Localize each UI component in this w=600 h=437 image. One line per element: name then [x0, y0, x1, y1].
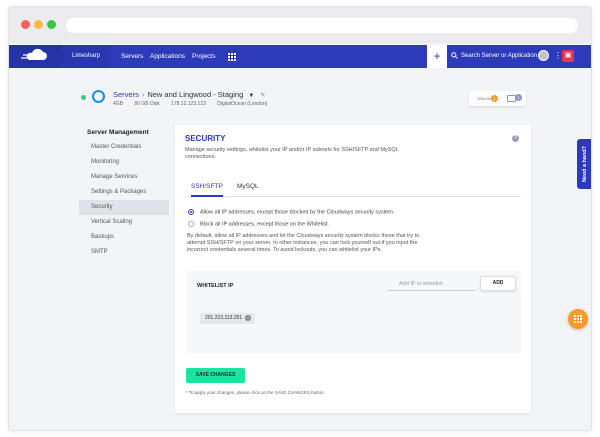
- cloud-logo-icon[interactable]: [9, 45, 65, 68]
- chevron-right-icon: ›: [141, 90, 145, 99]
- radio-allow-all-label: Allow all IP addresses, except those blo…: [200, 209, 395, 216]
- search-input[interactable]: Search Server or Application: [451, 51, 541, 62]
- browser-chrome: [9, 7, 591, 43]
- edit-pencil-icon[interactable]: ✎: [260, 93, 265, 99]
- security-description: Manage security settings, whitelist your…: [185, 147, 399, 160]
- sidebar-item-master-credentials[interactable]: Master Credentials: [79, 140, 169, 155]
- avatar[interactable]: [538, 50, 549, 61]
- search-placeholder: Search Server or Application: [461, 53, 538, 59]
- radio-button-selected[interactable]: [188, 209, 194, 215]
- server-breadcrumb: Servers › New and Lingwood - Staging ▼ ✎: [113, 90, 265, 99]
- browser-window: Limesharp Servers Applications Projects …: [8, 6, 592, 431]
- server-disk: 80 GB Disk: [134, 101, 160, 107]
- sidebar-heading: Server Management: [87, 129, 149, 136]
- close-window-icon[interactable]: [21, 20, 30, 29]
- sidebar-item-backups[interactable]: Backups: [79, 230, 169, 245]
- radio-block-all[interactable]: Block all IP addresses, except those on …: [188, 221, 329, 227]
- plus-icon[interactable]: +: [427, 45, 447, 68]
- need-a-hand-label: Need a hand?: [582, 145, 588, 183]
- save-changes-button[interactable]: SAVE CHANGES: [186, 368, 245, 383]
- minimize-window-icon[interactable]: [34, 20, 43, 29]
- sidebar-item-monitoring[interactable]: Monitoring: [79, 155, 169, 170]
- sidebar-item-security[interactable]: Security: [79, 200, 169, 215]
- search-icon: [451, 52, 458, 59]
- server-provider: DigitalOcean (London): [217, 101, 268, 107]
- save-footnote: * To apply your changes, please click on…: [186, 390, 325, 395]
- address-bar[interactable]: [66, 18, 578, 33]
- apps-grid-icon[interactable]: [228, 53, 236, 61]
- add-ip-button[interactable]: ADD: [480, 276, 516, 291]
- sidebar: Server Management Master Credentials Mon…: [79, 125, 169, 260]
- radio-allow-all[interactable]: Allow all IP addresses, except those blo…: [188, 209, 394, 215]
- status-dot-icon: [81, 95, 86, 100]
- tab-bar: SSH/SFTP MySQL: [185, 179, 521, 197]
- nav-applications[interactable]: Applications: [150, 45, 185, 68]
- nav-servers[interactable]: Servers: [121, 45, 143, 68]
- more-menu-icon[interactable]: ⋮: [554, 49, 562, 63]
- project-selector[interactable]: Limesharp: [65, 45, 109, 68]
- gift-icon[interactable]: ▣: [562, 50, 574, 62]
- notification-box[interactable]: ONLINE 1 1: [469, 91, 526, 106]
- remove-ip-icon[interactable]: ×: [245, 315, 251, 321]
- digitalocean-icon: [92, 90, 105, 103]
- alert-badge: 1: [491, 95, 498, 102]
- radio-button[interactable]: [188, 221, 194, 227]
- tab-mysql[interactable]: MySQL: [237, 183, 259, 197]
- server-name: New and Lingwood - Staging: [147, 90, 244, 99]
- whitelist-ip-input[interactable]: Add IP to whitelist: [387, 277, 475, 291]
- security-explanation: By default, allow all IP addresses and l…: [187, 233, 420, 253]
- whitelisted-ip-chip: 201.213.113.251 ×: [200, 313, 255, 324]
- caret-down-icon[interactable]: ▼: [248, 93, 254, 99]
- online-label: ONLINE: [477, 96, 492, 101]
- breadcrumb-servers-link[interactable]: Servers: [113, 90, 139, 99]
- radio-block-all-label: Block all IP addresses, except those on …: [200, 221, 329, 228]
- mail-badge: 1: [515, 94, 522, 101]
- sidebar-item-smtp[interactable]: SMTP: [79, 245, 169, 260]
- fab-grid-icon[interactable]: [568, 309, 588, 329]
- nav-projects[interactable]: Projects: [192, 45, 215, 68]
- whitelisted-ip: 201.213.113.251: [205, 315, 243, 321]
- server-meta: 4GB 80 GB Disk 178.12.123.123 DigitalOce…: [113, 101, 277, 107]
- server-ram: 4GB: [113, 101, 124, 107]
- maximize-window-icon[interactable]: [47, 20, 56, 29]
- page-title: SECURITY: [185, 134, 226, 143]
- whitelist-label: WHITELIST IP: [197, 283, 234, 289]
- sidebar-item-settings-packages[interactable]: Settings & Packages: [79, 185, 169, 200]
- tab-ssh-sftp[interactable]: SSH/SFTP: [191, 183, 223, 197]
- whitelist-panel: WHITELIST IP Add IP to whitelist ADD 201…: [187, 271, 521, 353]
- top-navbar: Limesharp Servers Applications Projects …: [9, 45, 591, 68]
- help-icon[interactable]: ?: [512, 135, 519, 142]
- sidebar-item-vertical-scaling[interactable]: Vertical Scaling: [79, 215, 169, 230]
- security-card: SECURITY ? Manage security settings, whi…: [175, 125, 531, 413]
- server-ip: 178.12.123.123: [171, 101, 206, 107]
- need-a-hand-tab[interactable]: Need a hand?: [577, 139, 591, 189]
- sidebar-item-manage-services[interactable]: Manage Services: [79, 170, 169, 185]
- server-header: Servers › New and Lingwood - Staging ▼ ✎ 4…: [9, 68, 591, 112]
